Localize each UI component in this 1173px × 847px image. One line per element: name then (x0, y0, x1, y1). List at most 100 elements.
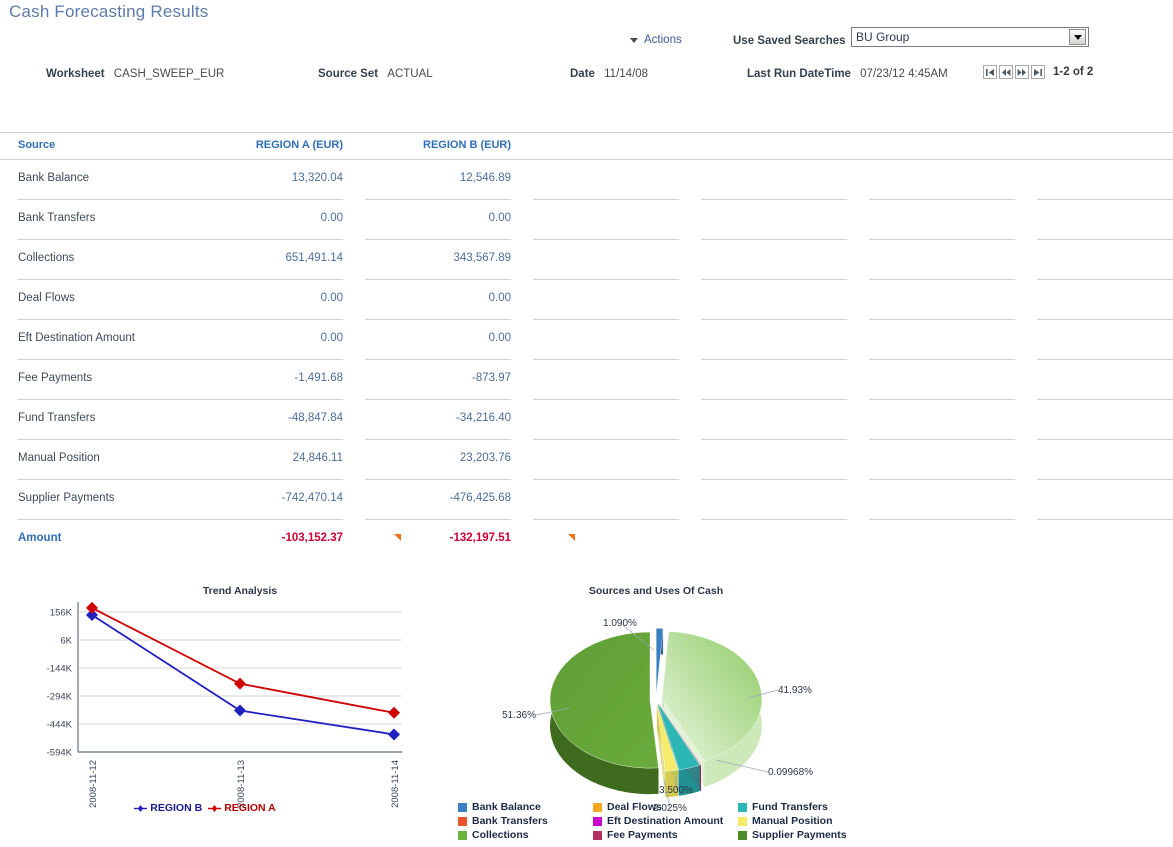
pie-legend-label: Deal Flows (607, 801, 662, 813)
last-run-label: Last Run DateTime (747, 68, 851, 80)
cell-region-b: -476,425.68 (449, 492, 511, 504)
legend-swatch-icon (458, 830, 467, 840)
legend-label-region-b: REGION B (150, 802, 203, 814)
cell-region-b: 23,203.76 (459, 452, 511, 464)
cell-region-b: 0.00 (488, 292, 511, 304)
saved-searches-select[interactable]: BU Group (851, 27, 1089, 47)
legend-item-region-b: REGION B (134, 802, 202, 814)
pie-legend-label: Bank Transfers (472, 815, 548, 827)
drill-indicator-icon[interactable] (394, 534, 401, 541)
svg-text:-294K: -294K (47, 692, 73, 703)
legend-swatch-icon (458, 802, 467, 812)
cell-region-b: 0.00 (488, 212, 511, 224)
date-label: Date (570, 68, 595, 80)
svg-text:-144K: -144K (47, 664, 73, 675)
table-row[interactable]: Supplier Payments -742,470.14 -476,425.68 (0, 480, 1173, 520)
cell-source: Fee Payments (18, 372, 93, 384)
cell-region-a: 0.00 (320, 332, 343, 344)
meta-date: Date 11/14/08 (570, 68, 648, 80)
svg-text:2008-11-13: 2008-11-13 (236, 760, 247, 808)
cell-region-b: 0.00 (488, 332, 511, 344)
table-row[interactable]: Eft Destination Amount 0.00 0.00 (0, 320, 1173, 360)
table-row[interactable]: Bank Transfers 0.00 0.00 (0, 200, 1173, 240)
cell-source: Bank Balance (18, 172, 89, 184)
pie-legend-label: Bank Balance (472, 801, 541, 813)
table-row[interactable]: Deal Flows 0.00 0.00 (0, 280, 1173, 320)
trend-analysis-chart: Trend Analysis 156K 6K -144K -294K -444K -594K… (0, 580, 420, 840)
cell-source: Eft Destination Amount (18, 332, 135, 344)
pagination[interactable]: 1-2 of 2 (983, 65, 1093, 79)
pie-legend-label: Manual Position (752, 815, 833, 827)
worksheet-label: Worksheet (46, 68, 105, 80)
previous-page-icon[interactable] (999, 65, 1013, 79)
pie-legend-label: Eft Destination Amount (607, 815, 724, 827)
svg-text:41.93%: 41.93% (778, 685, 812, 696)
table-row[interactable]: Bank Balance 13,320.04 12,546.89 (0, 160, 1173, 200)
results-grid: Source REGION A (EUR) REGION B (EUR) Ban… (0, 132, 1173, 560)
column-header-source[interactable]: Source (18, 139, 55, 151)
cell-total-region-a: -103,152.37 (281, 532, 343, 544)
table-row-total[interactable]: Amount -103,152.37 -132,197.51 (0, 520, 1173, 560)
cell-region-b: -34,216.40 (456, 412, 511, 424)
legend-swatch-icon (738, 830, 747, 840)
svg-text:156K: 156K (50, 608, 73, 619)
svg-text:0.09968%: 0.09968% (768, 767, 813, 778)
svg-text:2008-11-12: 2008-11-12 (88, 760, 99, 808)
cell-total-region-b: -132,197.51 (449, 532, 511, 544)
source-set-value: ACTUAL (387, 68, 433, 80)
drill-indicator-icon[interactable] (568, 534, 575, 541)
table-row[interactable]: Fee Payments -1,491.68 -873.97 (0, 360, 1173, 400)
pagination-count: 1-2 of 2 (1053, 66, 1094, 78)
pie-legend-item: Manual Position (738, 815, 878, 827)
next-page-icon[interactable] (1015, 65, 1029, 79)
cell-region-a: 0.00 (320, 292, 343, 304)
pie-legend-item: Collections (458, 829, 593, 841)
pie-legend-item: Bank Balance (458, 801, 593, 813)
page-title: Cash Forecasting Results (9, 2, 209, 21)
cell-region-b: 343,567.89 (453, 252, 511, 264)
cell-source: Manual Position (18, 452, 100, 464)
cell-region-a: -742,470.14 (281, 492, 343, 504)
meta-last-run: Last Run DateTime 07/23/12 4:45AM (747, 68, 948, 80)
last-run-value: 07/23/12 4:45AM (860, 68, 948, 80)
trend-legend: REGION B REGION A (0, 802, 410, 814)
cell-region-b: -873.97 (471, 372, 511, 384)
select-dropdown-icon[interactable] (1069, 29, 1086, 45)
date-value: 11/14/08 (604, 68, 649, 80)
actions-label[interactable]: Actions (644, 34, 682, 46)
legend-label-region-a: REGION A (224, 802, 276, 814)
first-page-icon[interactable] (983, 65, 997, 79)
svg-text:3.500%: 3.500% (659, 785, 693, 796)
column-header-region-b[interactable]: REGION B (EUR) (356, 139, 511, 151)
grid-header-row: Source REGION A (EUR) REGION B (EUR) (0, 132, 1173, 160)
column-header-region-a[interactable]: REGION A (EUR) (188, 139, 343, 151)
pie-legend-item: Supplier Payments (738, 829, 878, 841)
meta-worksheet: Worksheet CASH_SWEEP_EUR (46, 68, 224, 80)
chevron-down-icon (630, 37, 638, 43)
legend-swatch-icon (738, 816, 747, 826)
svg-text:6K: 6K (60, 636, 72, 647)
cell-region-a: 0.00 (320, 212, 343, 224)
table-row[interactable]: Manual Position 24,846.11 23,203.76 (0, 440, 1173, 480)
source-set-label: Source Set (318, 68, 379, 80)
cell-region-b: 12,546.89 (459, 172, 511, 184)
pie-legend: Bank Balance Deal Flows Fund Transfers Bank… (458, 801, 878, 841)
table-row[interactable]: Fund Transfers -48,847.84 -34,216.40 (0, 400, 1173, 440)
saved-searches-label: Use Saved Searches (733, 35, 846, 47)
cell-region-a: -1,491.68 (294, 372, 343, 384)
worksheet-value: CASH_SWEEP_EUR (113, 68, 225, 80)
legend-swatch-icon (738, 802, 747, 812)
actions-menu[interactable]: Actions (630, 34, 682, 46)
pie-legend-item: Bank Transfers (458, 815, 593, 827)
pie-legend-label: Supplier Payments (752, 829, 847, 841)
pie-legend-label: Collections (472, 829, 529, 841)
svg-text:1.090%: 1.090% (603, 618, 637, 629)
legend-swatch-icon (458, 816, 467, 826)
pie-legend-item: Deal Flows (593, 801, 738, 813)
cell-source: Deal Flows (18, 292, 75, 304)
svg-text:Sources and Uses Of Cash: Sources and Uses Of Cash (589, 585, 723, 597)
cell-source: Supplier Payments (18, 492, 115, 504)
saved-searches-value: BU Group (856, 30, 910, 44)
last-page-icon[interactable] (1031, 65, 1045, 79)
table-row[interactable]: Collections 651,491.14 343,567.89 (0, 240, 1173, 280)
